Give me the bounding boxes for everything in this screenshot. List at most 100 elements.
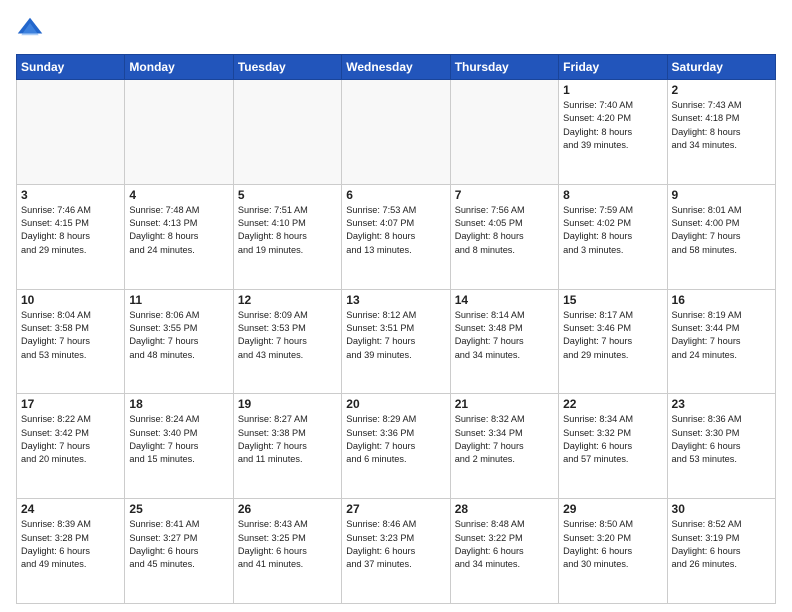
calendar-body: 1 Sunrise: 7:40 AM Sunset: 4:20 PM Daylig… [17, 80, 776, 604]
day-info: Sunrise: 7:59 AM Sunset: 4:02 PM Dayligh… [563, 204, 662, 257]
day-info: Sunrise: 8:17 AM Sunset: 3:46 PM Dayligh… [563, 309, 662, 362]
calendar-day-cell: 7Sunrise: 7:56 AM Sunset: 4:05 PM Daylig… [450, 184, 558, 289]
day-info: Sunrise: 8:52 AM Sunset: 3:19 PM Dayligh… [672, 518, 771, 571]
weekday-header: Saturday [667, 55, 775, 80]
day-info: Sunrise: 8:12 AM Sunset: 3:51 PM Dayligh… [346, 309, 445, 362]
calendar-day-cell: 1 Sunrise: 7:40 AM Sunset: 4:20 PM Daylig… [559, 80, 667, 185]
day-info: Sunrise: 7:46 AM Sunset: 4:15 PM Dayligh… [21, 204, 120, 257]
calendar-day-cell: 13 Sunrise: 8:12 AM Sunset: 3:51 PM Dayli… [342, 289, 450, 394]
calendar-day-cell [125, 80, 233, 185]
day-info: Sunrise: 8:36 AM Sunset: 3:30 PM Dayligh… [672, 413, 771, 466]
day-number: 20 [346, 397, 445, 411]
calendar-day-cell: 8 Sunrise: 7:59 AM Sunset: 4:02 PM Daylig… [559, 184, 667, 289]
day-number: 9 [672, 188, 771, 202]
weekday-header: Tuesday [233, 55, 341, 80]
calendar-header: SundayMondayTuesdayWednesdayThursdayFrid… [17, 55, 776, 80]
day-number: 25 [129, 502, 228, 516]
calendar-day-cell [17, 80, 125, 185]
day-number: 16 [672, 293, 771, 307]
logo-icon [16, 16, 44, 44]
day-number: 1 [563, 83, 662, 97]
day-info: Sunrise: 8:09 AM Sunset: 3:53 PM Dayligh… [238, 309, 337, 362]
day-number: 24 [21, 502, 120, 516]
day-info: Sunrise: 8:06 AM Sunset: 3:55 PM Dayligh… [129, 309, 228, 362]
calendar-week-row: 3 Sunrise: 7:46 AM Sunset: 4:15 PM Daylig… [17, 184, 776, 289]
calendar-day-cell: 2 Sunrise: 7:43 AM Sunset: 4:18 PM Daylig… [667, 80, 775, 185]
day-info: Sunrise: 8:19 AM Sunset: 3:44 PM Dayligh… [672, 309, 771, 362]
day-info: Sunrise: 8:22 AM Sunset: 3:42 PM Dayligh… [21, 413, 120, 466]
day-number: 18 [129, 397, 228, 411]
calendar-day-cell: 14 Sunrise: 8:14 AM Sunset: 3:48 PM Dayli… [450, 289, 558, 394]
calendar-day-cell: 20 Sunrise: 8:29 AM Sunset: 3:36 PM Dayli… [342, 394, 450, 499]
calendar-day-cell: 6 Sunrise: 7:53 AM Sunset: 4:07 PM Daylig… [342, 184, 450, 289]
day-number: 27 [346, 502, 445, 516]
day-number: 19 [238, 397, 337, 411]
day-info: Sunrise: 8:46 AM Sunset: 3:23 PM Dayligh… [346, 518, 445, 571]
day-info: Sunrise: 8:27 AM Sunset: 3:38 PM Dayligh… [238, 413, 337, 466]
weekday-header: Sunday [17, 55, 125, 80]
calendar-day-cell: 21 Sunrise: 8:32 AM Sunset: 3:34 PM Dayli… [450, 394, 558, 499]
day-info: Sunrise: 8:29 AM Sunset: 3:36 PM Dayligh… [346, 413, 445, 466]
calendar-day-cell: 18 Sunrise: 8:24 AM Sunset: 3:40 PM Dayli… [125, 394, 233, 499]
day-number: 14 [455, 293, 554, 307]
day-info: Sunrise: 8:04 AM Sunset: 3:58 PM Dayligh… [21, 309, 120, 362]
day-info: Sunrise: 7:43 AM Sunset: 4:18 PM Dayligh… [672, 99, 771, 152]
day-info: Sunrise: 7:51 AM Sunset: 4:10 PM Dayligh… [238, 204, 337, 257]
calendar-day-cell: 24Sunrise: 8:39 AM Sunset: 3:28 PM Dayli… [17, 499, 125, 604]
day-number: 21 [455, 397, 554, 411]
day-info: Sunrise: 8:50 AM Sunset: 3:20 PM Dayligh… [563, 518, 662, 571]
day-info: Sunrise: 7:53 AM Sunset: 4:07 PM Dayligh… [346, 204, 445, 257]
day-number: 4 [129, 188, 228, 202]
weekday-header: Thursday [450, 55, 558, 80]
day-number: 3 [21, 188, 120, 202]
day-info: Sunrise: 8:41 AM Sunset: 3:27 PM Dayligh… [129, 518, 228, 571]
calendar-day-cell: 29 Sunrise: 8:50 AM Sunset: 3:20 PM Dayli… [559, 499, 667, 604]
calendar-week-row: 1 Sunrise: 7:40 AM Sunset: 4:20 PM Daylig… [17, 80, 776, 185]
calendar-day-cell: 17 Sunrise: 8:22 AM Sunset: 3:42 PM Dayli… [17, 394, 125, 499]
day-number: 17 [21, 397, 120, 411]
day-number: 12 [238, 293, 337, 307]
calendar-day-cell [233, 80, 341, 185]
day-info: Sunrise: 8:34 AM Sunset: 3:32 PM Dayligh… [563, 413, 662, 466]
header [16, 16, 776, 44]
day-info: Sunrise: 8:01 AM Sunset: 4:00 PM Dayligh… [672, 204, 771, 257]
calendar-day-cell: 5 Sunrise: 7:51 AM Sunset: 4:10 PM Daylig… [233, 184, 341, 289]
calendar-day-cell: 26Sunrise: 8:43 AM Sunset: 3:25 PM Dayli… [233, 499, 341, 604]
day-number: 23 [672, 397, 771, 411]
calendar-day-cell: 9 Sunrise: 8:01 AM Sunset: 4:00 PM Daylig… [667, 184, 775, 289]
day-info: Sunrise: 7:48 AM Sunset: 4:13 PM Dayligh… [129, 204, 228, 257]
weekday-header: Wednesday [342, 55, 450, 80]
calendar-table: SundayMondayTuesdayWednesdayThursdayFrid… [16, 54, 776, 604]
day-number: 13 [346, 293, 445, 307]
day-number: 28 [455, 502, 554, 516]
calendar-day-cell: 11 Sunrise: 8:06 AM Sunset: 3:55 PM Dayli… [125, 289, 233, 394]
calendar-day-cell: 15 Sunrise: 8:17 AM Sunset: 3:46 PM Dayli… [559, 289, 667, 394]
day-number: 11 [129, 293, 228, 307]
calendar-day-cell: 4 Sunrise: 7:48 AM Sunset: 4:13 PM Daylig… [125, 184, 233, 289]
day-number: 5 [238, 188, 337, 202]
calendar-day-cell: 25 Sunrise: 8:41 AM Sunset: 3:27 PM Dayli… [125, 499, 233, 604]
day-info: Sunrise: 8:14 AM Sunset: 3:48 PM Dayligh… [455, 309, 554, 362]
day-number: 29 [563, 502, 662, 516]
day-info: Sunrise: 7:40 AM Sunset: 4:20 PM Dayligh… [563, 99, 662, 152]
page: SundayMondayTuesdayWednesdayThursdayFrid… [0, 0, 792, 612]
day-number: 7 [455, 188, 554, 202]
day-number: 15 [563, 293, 662, 307]
calendar-day-cell: 30 Sunrise: 8:52 AM Sunset: 3:19 PM Dayli… [667, 499, 775, 604]
day-number: 2 [672, 83, 771, 97]
calendar-week-row: 24Sunrise: 8:39 AM Sunset: 3:28 PM Dayli… [17, 499, 776, 604]
calendar-week-row: 17 Sunrise: 8:22 AM Sunset: 3:42 PM Dayli… [17, 394, 776, 499]
weekday-header: Friday [559, 55, 667, 80]
calendar-day-cell: 12 Sunrise: 8:09 AM Sunset: 3:53 PM Dayli… [233, 289, 341, 394]
calendar-day-cell: 10Sunrise: 8:04 AM Sunset: 3:58 PM Dayli… [17, 289, 125, 394]
calendar-day-cell: 16 Sunrise: 8:19 AM Sunset: 3:44 PM Dayli… [667, 289, 775, 394]
calendar-day-cell: 22Sunrise: 8:34 AM Sunset: 3:32 PM Dayli… [559, 394, 667, 499]
day-info: Sunrise: 8:32 AM Sunset: 3:34 PM Dayligh… [455, 413, 554, 466]
calendar-day-cell: 19 Sunrise: 8:27 AM Sunset: 3:38 PM Dayli… [233, 394, 341, 499]
day-info: Sunrise: 8:24 AM Sunset: 3:40 PM Dayligh… [129, 413, 228, 466]
day-number: 6 [346, 188, 445, 202]
logo [16, 16, 48, 44]
day-number: 8 [563, 188, 662, 202]
day-number: 30 [672, 502, 771, 516]
day-info: Sunrise: 8:43 AM Sunset: 3:25 PM Dayligh… [238, 518, 337, 571]
